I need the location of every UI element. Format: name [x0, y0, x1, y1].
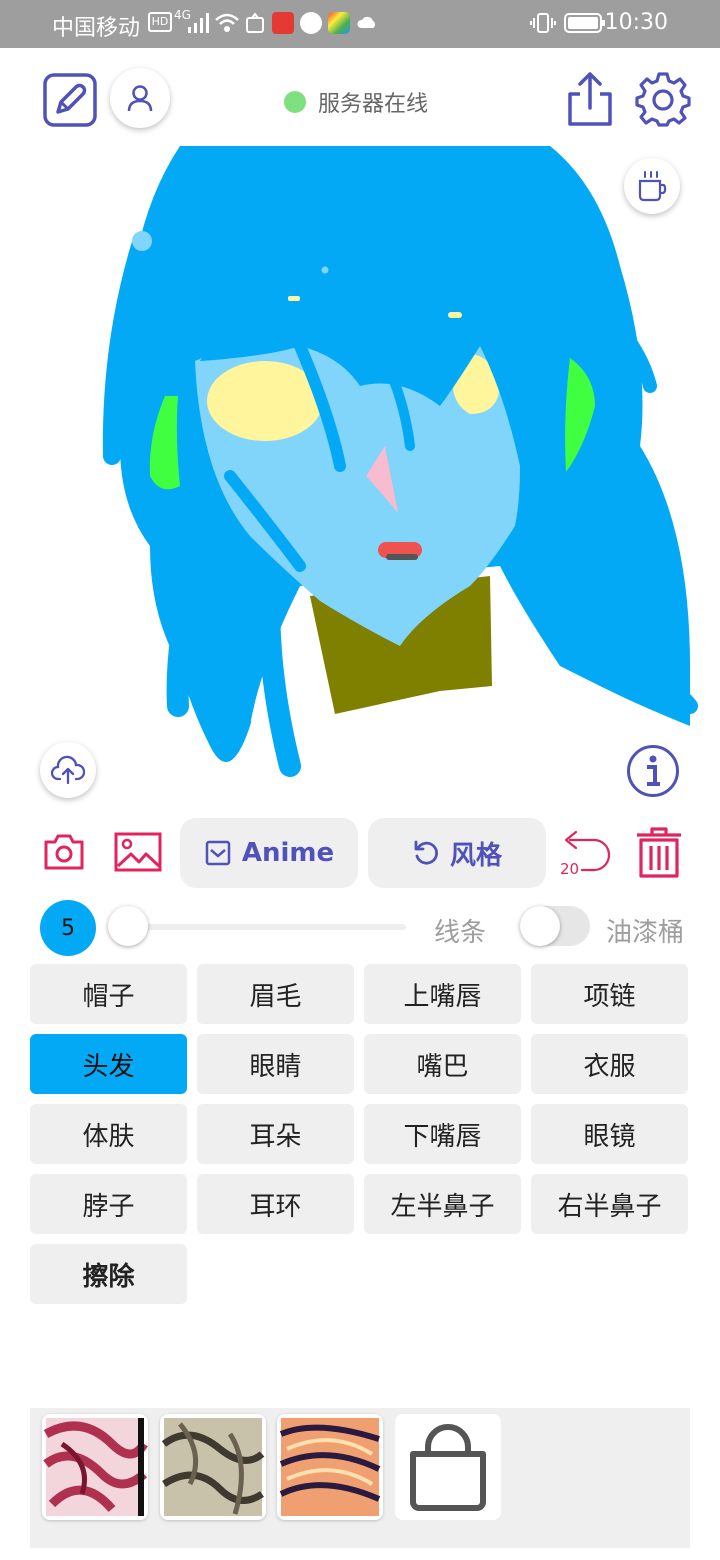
eyebrow-right — [448, 312, 462, 318]
notification-app-icon — [246, 12, 264, 33]
coffee-button[interactable] — [624, 158, 680, 214]
style-label: 风格 — [449, 840, 502, 871]
carrier-name: 中国移动 — [52, 16, 141, 41]
style-thumbnail-pink[interactable] — [42, 1414, 148, 1520]
book-app-icon — [272, 12, 294, 34]
toggle-thumb[interactable] — [520, 906, 560, 946]
anime-button[interactable]: Anime — [180, 818, 358, 888]
eyebrow-left — [288, 296, 300, 301]
coffee-cup-icon — [638, 171, 667, 202]
shopping-bag-icon — [410, 1424, 486, 1511]
trash-icon — [637, 827, 681, 878]
part-button-skin[interactable]: 体肤 — [30, 1104, 187, 1164]
drawing-canvas[interactable] — [0, 146, 720, 806]
cloud-upload-icon — [51, 755, 85, 785]
part-button-ears[interactable]: 耳朵 — [197, 1104, 354, 1164]
part-button-eraser[interactable]: 擦除 — [30, 1244, 187, 1304]
bucket-mode-label: 油漆桶 — [606, 918, 685, 948]
checkbox-icon — [205, 840, 231, 866]
ear-stub — [132, 231, 152, 251]
part-button-right-nose[interactable]: 右半鼻子 — [531, 1174, 688, 1234]
undo-count: 20 — [560, 860, 580, 878]
info-icon — [627, 745, 679, 797]
cloud-upload-button[interactable] — [40, 742, 96, 798]
share-icon — [568, 72, 612, 126]
image-icon — [114, 832, 162, 872]
part-button-lower-lip[interactable]: 下嘴唇 — [364, 1104, 521, 1164]
signal-icon — [188, 13, 209, 33]
line-mode-label: 线条 — [434, 918, 487, 948]
anime-label: Anime — [241, 838, 335, 868]
part-button-neck[interactable]: 脖子 — [30, 1174, 187, 1234]
part-button-upper-lip[interactable]: 上嘴唇 — [364, 964, 521, 1024]
style-thumbnail-gray[interactable] — [160, 1414, 266, 1520]
server-status-label: 服务器在线 — [318, 92, 429, 117]
part-button-earrings[interactable]: 耳环 — [197, 1174, 354, 1234]
cloud-icon — [357, 16, 376, 28]
camera-button[interactable] — [42, 832, 86, 872]
brush-size-slider[interactable] — [128, 924, 406, 930]
share-button[interactable] — [564, 70, 616, 128]
part-button-eyes[interactable]: 眼睛 — [197, 1034, 354, 1094]
refresh-icon — [414, 840, 438, 865]
status-dot — [284, 91, 306, 113]
camera-icon — [44, 834, 84, 870]
browser-app-icon — [300, 12, 322, 34]
settings-button[interactable] — [634, 70, 692, 128]
brush-size-badge: 5 — [40, 900, 96, 956]
part-button-clothes[interactable]: 衣服 — [531, 1034, 688, 1094]
part-button-mouth[interactable]: 嘴巴 — [364, 1034, 521, 1094]
part-button-hat[interactable]: 帽子 — [30, 964, 187, 1024]
gear-icon — [635, 72, 691, 127]
slider-thumb[interactable] — [108, 906, 148, 946]
profile-button[interactable] — [110, 68, 170, 128]
shop-button[interactable] — [395, 1414, 501, 1520]
vibrate-icon — [530, 13, 556, 33]
status-bar: 中国移动 HD 4G 10:30 — [0, 0, 720, 48]
mouth-lower-lip — [386, 554, 418, 560]
style-button[interactable]: 风格 — [368, 818, 546, 888]
server-status: 服务器在线 — [284, 86, 428, 118]
part-button-left-nose[interactable]: 左半鼻子 — [364, 1174, 521, 1234]
undo-button[interactable]: 20 — [556, 826, 614, 878]
style-thumbnail-orange[interactable] — [277, 1414, 383, 1520]
user-icon — [127, 85, 153, 112]
edit-button[interactable] — [42, 72, 98, 128]
info-button[interactable] — [626, 744, 680, 798]
style-swatch-pink — [43, 1418, 148, 1516]
style-swatch-gray — [161, 1418, 265, 1516]
edit-icon — [43, 73, 97, 127]
eyebrow-dot — [321, 266, 329, 274]
gallery-button[interactable] — [114, 832, 162, 872]
delete-button[interactable] — [634, 826, 684, 880]
part-button-hair[interactable]: 头发 — [30, 1034, 187, 1094]
gallery-app-icon — [328, 12, 350, 34]
part-button-glasses[interactable]: 眼镜 — [531, 1104, 688, 1164]
part-button-eyebrow[interactable]: 眉毛 — [197, 964, 354, 1024]
wifi-icon — [215, 13, 239, 32]
battery-icon — [564, 13, 605, 33]
clock: 10:30 — [604, 10, 668, 35]
part-button-necklace[interactable]: 项链 — [531, 964, 688, 1024]
style-swatch-orange — [279, 1418, 381, 1516]
hd-icon: HD — [148, 12, 172, 32]
